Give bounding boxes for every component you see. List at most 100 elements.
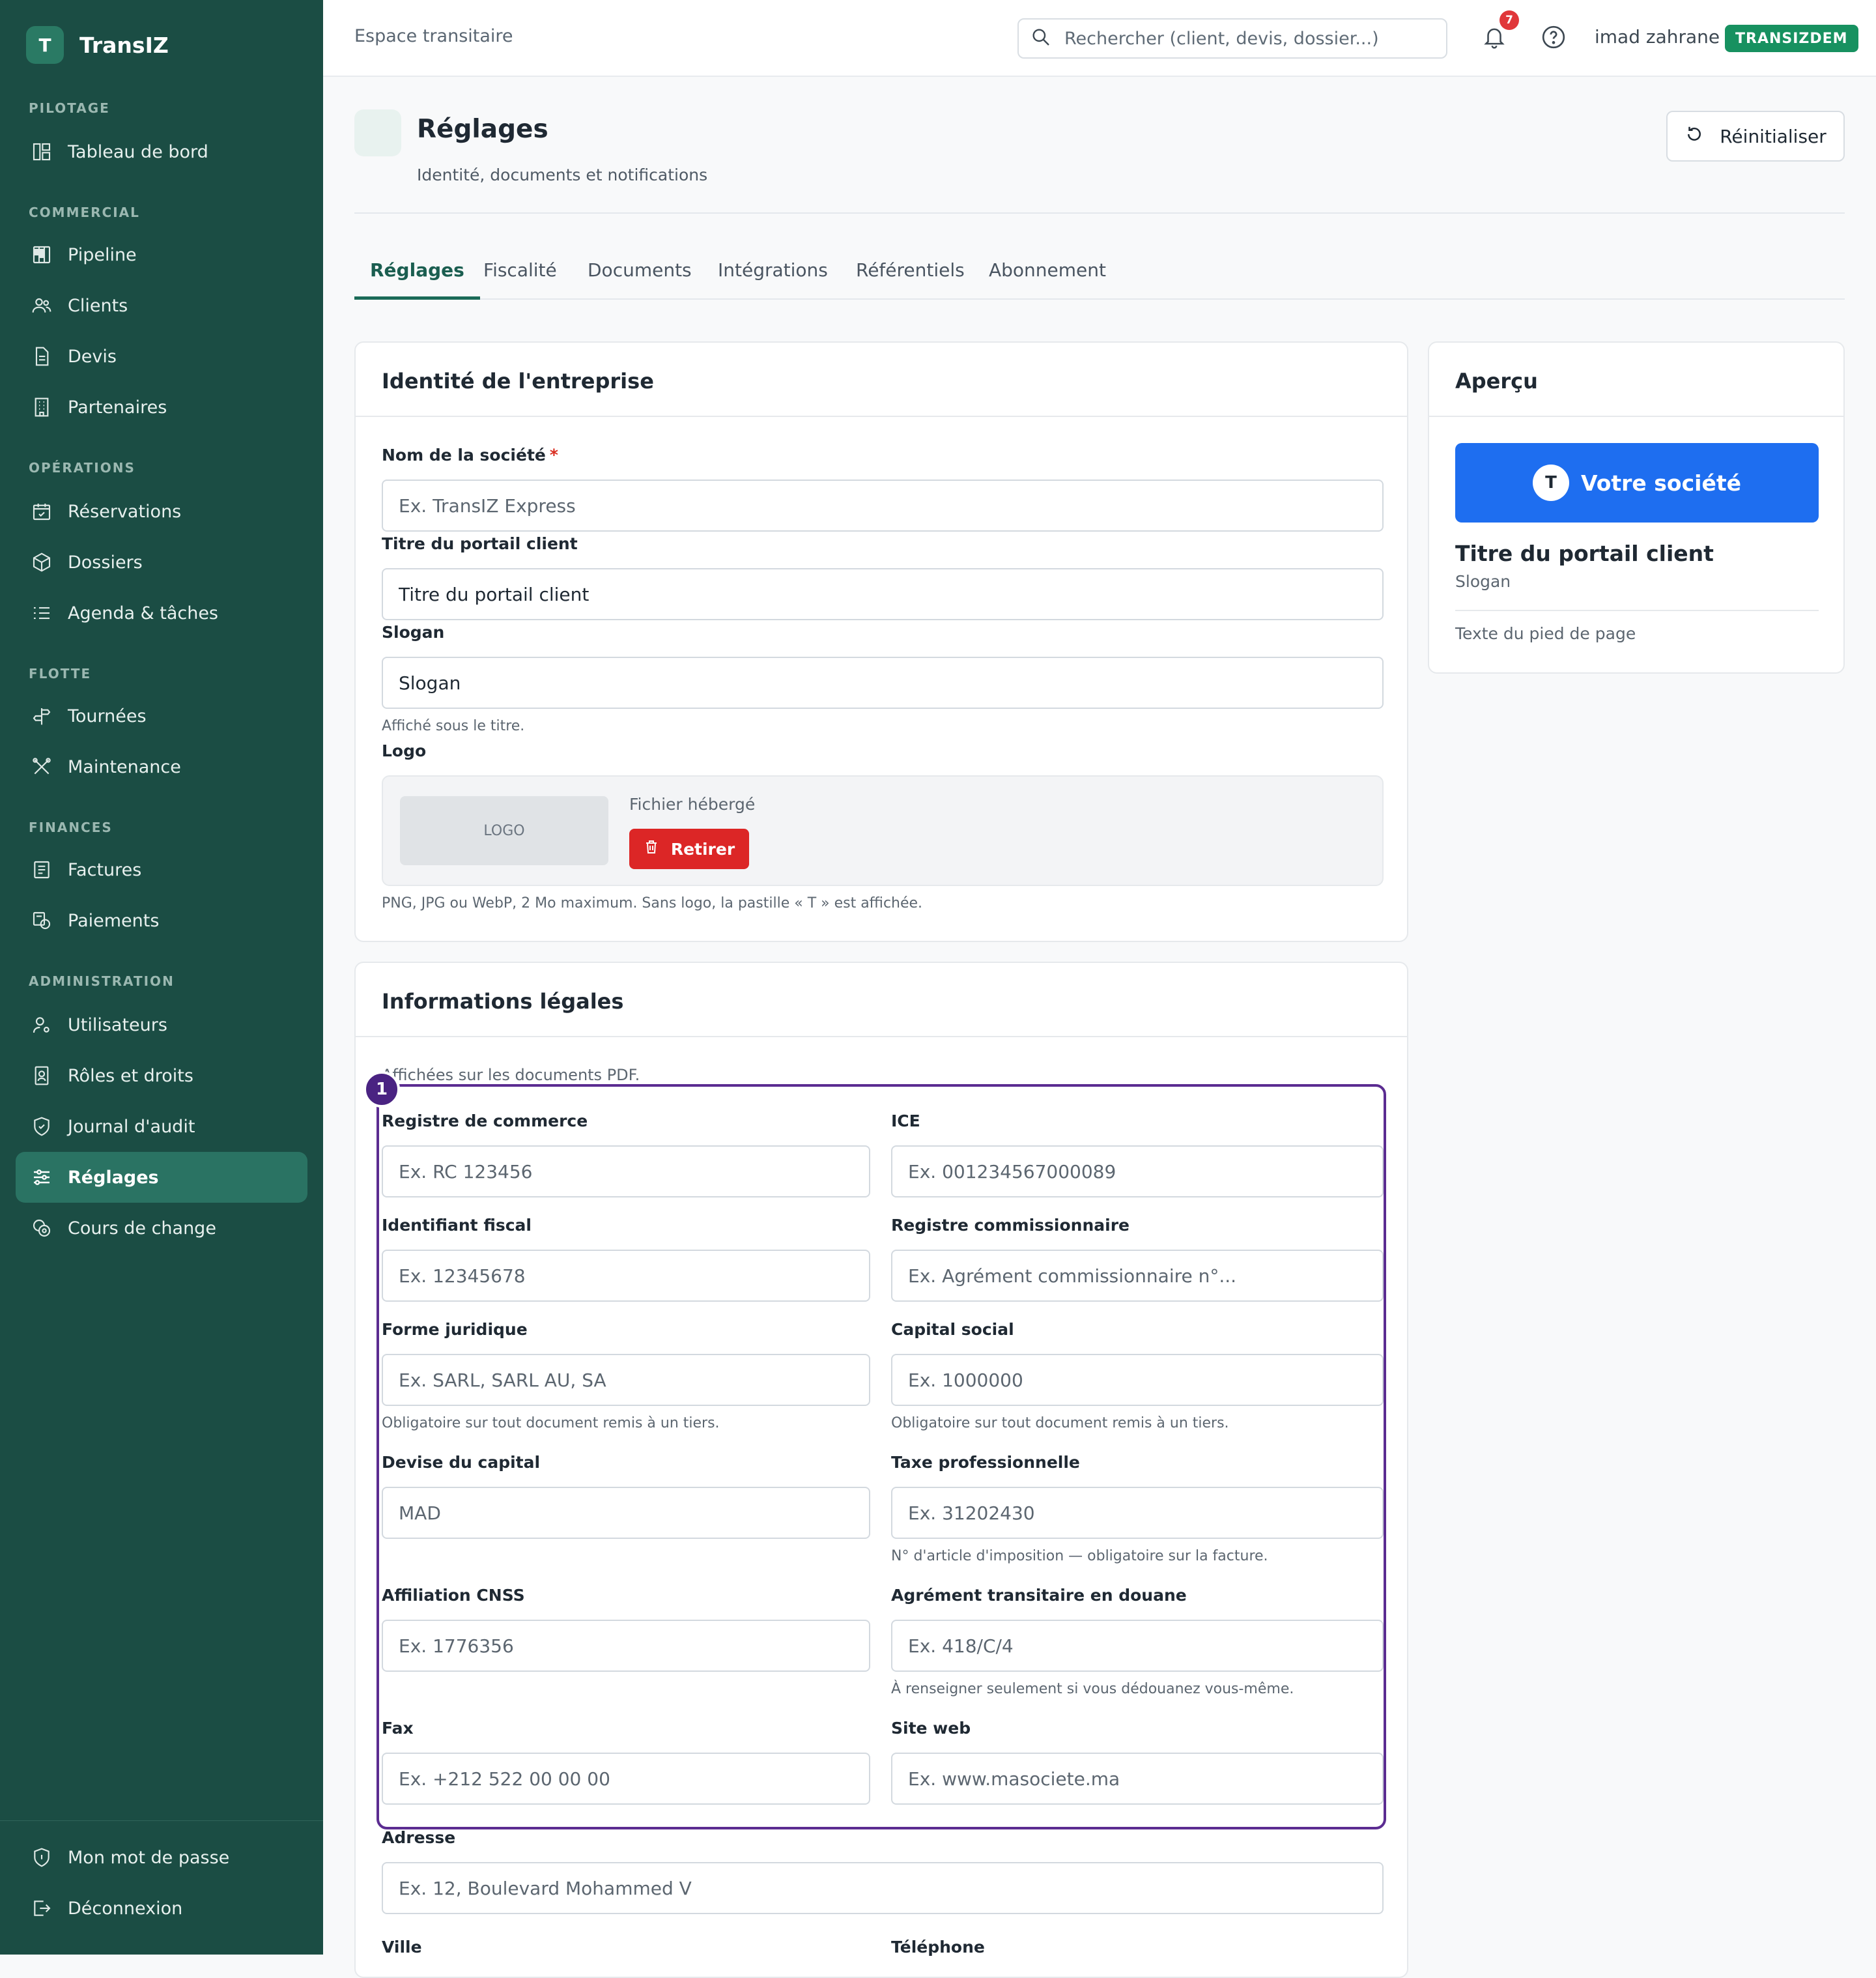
sidebar-item-cours-de-change[interactable]: Cours de change xyxy=(16,1203,307,1254)
sidebar-item-label: Maintenance xyxy=(68,756,181,777)
brand-name: TransIZ xyxy=(79,32,169,58)
portal-title-label: Titre du portail client xyxy=(382,534,578,553)
document-icon xyxy=(30,345,53,368)
company-name-label: Nom de la société * xyxy=(382,446,558,465)
sidebar-divider xyxy=(0,1820,323,1821)
sidebar: T TransIZ PILOTAGE Tableau de bord COMME… xyxy=(0,0,323,1955)
identity-card: Identité de l'entreprise Nom de la socié… xyxy=(354,341,1408,942)
logo-placeholder[interactable]: LOGO xyxy=(400,796,608,865)
sidebar-item-label: Tournées xyxy=(68,706,147,726)
sidebar-item-reservations[interactable]: Réservations xyxy=(16,486,307,537)
sidebar-item-label: Devis xyxy=(68,346,117,367)
user-cog-icon xyxy=(30,1013,53,1037)
sidebar-item-agenda[interactable]: Agenda & tâches xyxy=(16,588,307,638)
portal-title-input[interactable] xyxy=(382,568,1384,620)
sidebar-item-maintenance[interactable]: Maintenance xyxy=(16,741,307,792)
nav-section-flotte: FLOTTE xyxy=(29,666,92,681)
preview-divider xyxy=(1455,610,1819,611)
users-icon xyxy=(30,294,53,317)
sidebar-item-label: Paiements xyxy=(68,910,160,931)
nav-section-administration: ADMINISTRATION xyxy=(29,973,175,989)
tools-icon xyxy=(30,755,53,779)
search-icon xyxy=(1030,27,1051,50)
shield-lock-icon xyxy=(30,1846,53,1869)
card-divider xyxy=(1429,416,1843,417)
sidebar-item-utilisateurs[interactable]: Utilisateurs xyxy=(16,999,307,1050)
nav-section-commercial: COMMERCIAL xyxy=(29,205,140,220)
help-button[interactable] xyxy=(1537,22,1570,55)
remove-logo-label: Retirer xyxy=(670,839,735,859)
page-icon xyxy=(354,109,401,156)
sidebar-item-dossiers[interactable]: Dossiers xyxy=(16,537,307,588)
sidebar-item-mot-de-passe[interactable]: Mon mot de passe xyxy=(16,1832,307,1883)
dashboard-icon xyxy=(30,140,53,164)
sidebar-item-paiements[interactable]: Paiements xyxy=(16,895,307,946)
sidebar-item-clients[interactable]: Clients xyxy=(16,280,307,331)
sidebar-item-label: Tableau de bord xyxy=(68,141,208,162)
city-label: Ville xyxy=(382,1938,422,1956)
search-box[interactable] xyxy=(1017,18,1447,59)
sidebar-item-roles[interactable]: Rôles et droits xyxy=(16,1050,307,1101)
tab-abonnement[interactable]: Abonnement xyxy=(989,259,1106,300)
card-divider xyxy=(356,1036,1407,1037)
reset-button[interactable]: Réinitialiser xyxy=(1666,111,1845,162)
sidebar-item-label: Factures xyxy=(68,859,142,880)
nav-section-finances: FINANCES xyxy=(29,820,113,835)
kanban-icon xyxy=(30,243,53,266)
remove-logo-button[interactable]: Retirer xyxy=(629,829,749,869)
user-menu[interactable]: imad zahrane xyxy=(1595,26,1720,48)
brand[interactable]: T TransIZ xyxy=(26,26,169,64)
settings-tabs: Réglages Fiscalité Documents Intégration… xyxy=(354,248,1845,300)
address-input[interactable] xyxy=(382,1862,1384,1914)
logo-upload-box: LOGO Fichier hébergé Retirer xyxy=(382,775,1384,886)
notification-badge: 7 xyxy=(1499,10,1519,30)
phone-label: Téléphone xyxy=(891,1938,985,1956)
list-check-icon xyxy=(30,601,53,625)
sidebar-item-pipeline[interactable]: Pipeline xyxy=(16,229,307,280)
tab-fiscalite[interactable]: Fiscalité xyxy=(483,259,557,300)
sidebar-item-partenaires[interactable]: Partenaires xyxy=(16,382,307,433)
sidebar-item-label: Rôles et droits xyxy=(68,1065,193,1086)
logout-icon xyxy=(30,1897,53,1920)
logo-hint: PNG, JPG ou WebP, 2 Mo maximum. Sans log… xyxy=(382,895,923,911)
tab-referentiels[interactable]: Référentiels xyxy=(856,259,965,300)
sidebar-item-devis[interactable]: Devis xyxy=(16,331,307,382)
sidebar-item-factures[interactable]: Factures xyxy=(16,844,307,895)
sidebar-item-label: Réglages xyxy=(68,1167,159,1188)
id-badge-icon xyxy=(30,1064,53,1087)
company-name-label-text: Nom de la société xyxy=(382,446,546,465)
topbar: Espace transitaire 7 imad zahrane TRANSI… xyxy=(323,0,1876,77)
search-input[interactable] xyxy=(1064,28,1429,49)
nav-section-operations: OPÉRATIONS xyxy=(29,460,135,476)
preview-brand-logo: T xyxy=(1532,465,1569,501)
sidebar-item-label: Mon mot de passe xyxy=(68,1847,230,1868)
logo-label: Logo xyxy=(382,741,427,760)
required-mark: * xyxy=(549,446,558,465)
slogan-hint: Affiché sous le titre. xyxy=(382,718,525,734)
preview-card: Aperçu T Votre société Titre du portail … xyxy=(1428,341,1845,674)
sidebar-item-label: Journal d'audit xyxy=(68,1116,195,1137)
sidebar-item-tournees[interactable]: Tournées xyxy=(16,691,307,741)
sidebar-item-deconnexion[interactable]: Déconnexion xyxy=(16,1883,307,1934)
tab-documents[interactable]: Documents xyxy=(588,259,692,300)
tab-reglages[interactable]: Réglages xyxy=(354,259,480,300)
sidebar-item-label: Utilisateurs xyxy=(68,1014,167,1035)
preview-title: Aperçu xyxy=(1455,369,1538,394)
company-name-input[interactable] xyxy=(382,480,1384,532)
tab-integrations[interactable]: Intégrations xyxy=(718,259,828,300)
bell-icon xyxy=(1482,24,1507,51)
help-icon xyxy=(1541,24,1567,53)
calendar-check-icon xyxy=(30,500,53,523)
sidebar-item-tableau-de-bord[interactable]: Tableau de bord xyxy=(16,126,307,177)
page-title: Réglages xyxy=(417,115,548,144)
sidebar-item-journal[interactable]: Journal d'audit xyxy=(16,1101,307,1152)
reset-label: Réinitialiser xyxy=(1720,125,1826,147)
tenant-badge: TRANSIZDEM xyxy=(1725,25,1858,52)
highlight-marker: 1 xyxy=(363,1071,400,1108)
sidebar-item-reglages[interactable]: Réglages xyxy=(16,1152,307,1203)
highlight-box xyxy=(377,1084,1386,1829)
slogan-input[interactable] xyxy=(382,657,1384,709)
receipt-icon xyxy=(30,858,53,882)
identity-title: Identité de l'entreprise xyxy=(382,369,654,394)
sidebar-item-label: Réservations xyxy=(68,501,182,522)
